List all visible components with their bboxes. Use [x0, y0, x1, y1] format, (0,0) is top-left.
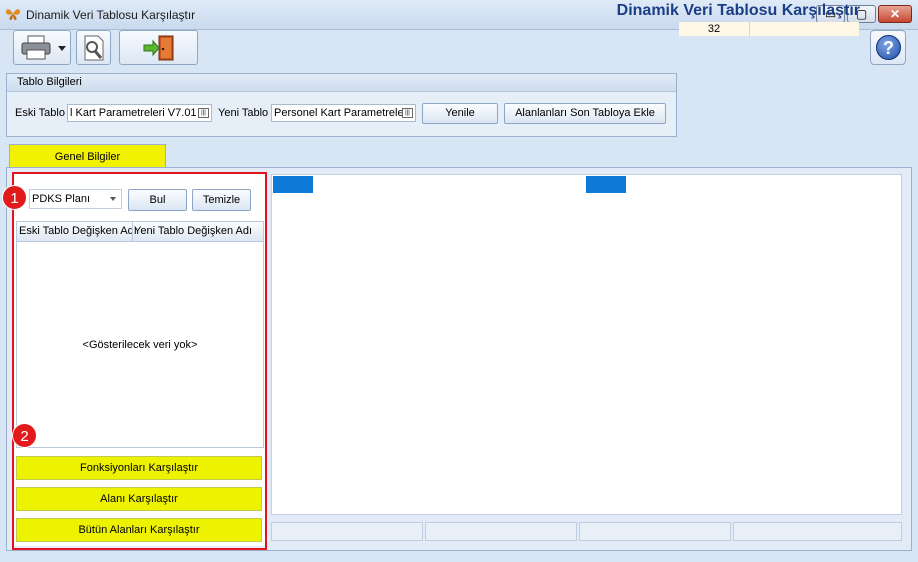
help-icon: ? — [876, 35, 901, 60]
yeni-tablo-picker[interactable]: Personel Kart Parametrele ||| — [271, 104, 416, 122]
status-cell — [425, 522, 577, 541]
printer-icon — [21, 35, 51, 60]
step-marker-2: 2 — [12, 423, 37, 448]
tab-genel-bilgiler[interactable]: Genel Bilgiler — [9, 144, 166, 168]
group-title: Tablo Bilgileri — [17, 76, 82, 88]
ellipsis-icon: ||| — [402, 108, 413, 118]
yeni-tablo-value: Personel Kart Parametrele — [274, 107, 404, 119]
selection-marker-left — [273, 176, 313, 193]
status-cell — [579, 522, 731, 541]
yeni-tablo-label: Yeni Tablo — [218, 107, 269, 119]
ellipsis-icon: ||| — [198, 108, 209, 118]
status-cell — [271, 522, 423, 541]
alanlari-ekle-button[interactable]: Alanlanları Son Tabloya Ekle — [504, 103, 666, 124]
counter-value: 32 — [707, 23, 721, 35]
step-marker-1: 1 — [2, 185, 27, 210]
close-icon: ✕ — [889, 7, 901, 21]
print-preview-icon — [84, 35, 104, 61]
butterfly-icon — [6, 9, 20, 20]
page-title: Dinamik Veri Tablosu Karşılaştır — [616, 2, 860, 19]
comparison-result-panel — [271, 174, 902, 515]
highlight-frame — [12, 172, 267, 550]
exit-button[interactable] — [119, 30, 198, 65]
selection-marker-right — [586, 176, 626, 193]
status-cell — [733, 522, 902, 541]
exit-door-icon — [143, 35, 174, 61]
close-button[interactable]: ✕ — [878, 5, 912, 23]
help-button[interactable]: ? — [870, 30, 906, 65]
eski-tablo-picker[interactable]: l Kart Parametreleri V7.01 ||| — [67, 104, 212, 122]
chevron-down-icon — [58, 46, 66, 51]
yenile-button[interactable]: Yenile — [422, 103, 498, 124]
eski-tablo-value: l Kart Parametreleri V7.01 — [70, 107, 197, 119]
group-header: Tablo Bilgileri — [7, 74, 676, 92]
eski-tablo-label: Eski Tablo — [15, 107, 65, 119]
print-preview-button[interactable] — [76, 30, 111, 65]
window-title: Dinamik Veri Tablosu Karşılaştır — [26, 8, 196, 22]
counter-divider — [749, 22, 750, 36]
print-button[interactable] — [13, 30, 71, 65]
record-counter: 32 — [679, 22, 859, 36]
